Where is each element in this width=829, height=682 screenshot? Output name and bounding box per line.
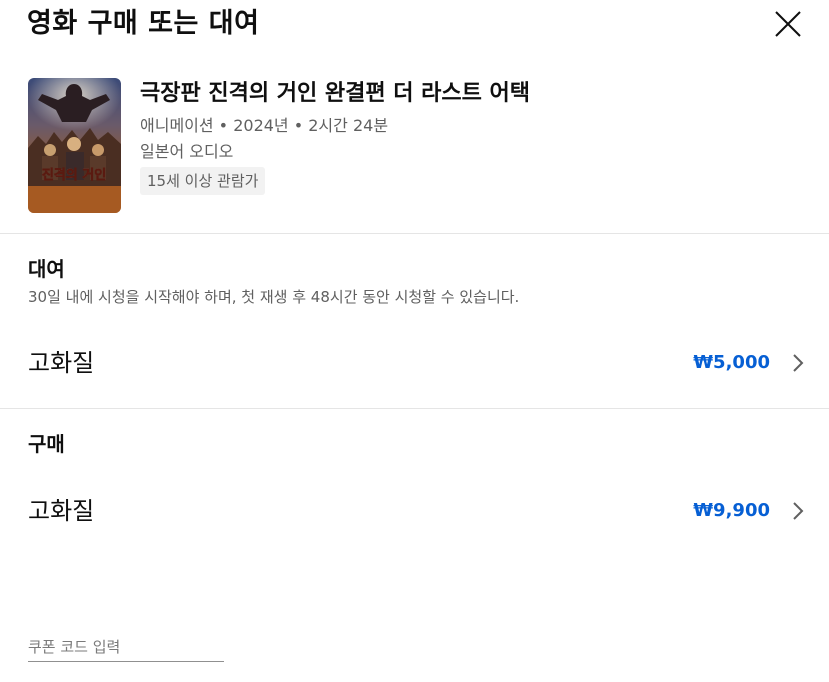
divider [0, 408, 829, 409]
poster-title-text: 진격의 거인 [42, 167, 106, 183]
movie-meta: 애니메이션 • 2024년 • 2시간 24분 [140, 116, 389, 135]
coupon-field [28, 636, 224, 662]
movie-poster: 진격의 거인 [28, 78, 121, 213]
rent-price: ₩5,000 [693, 352, 770, 373]
close-icon [775, 11, 801, 37]
rental-heading: 대여 [28, 257, 65, 281]
movie-info: 극장판 진격의 거인 완결편 더 라스트 어택 애니메이션 • 2024년 • … [140, 78, 530, 195]
coupon-code-input[interactable] [28, 636, 224, 662]
purchase-heading: 구매 [28, 432, 65, 456]
rent-hd-option[interactable]: 고화질 ₩5,000 [0, 335, 829, 391]
rental-description: 30일 내에 시청을 시작해야 하며, 첫 재생 후 48시간 동안 시청할 수… [28, 288, 520, 306]
rent-quality-label: 고화질 [28, 349, 95, 377]
movie-title: 극장판 진격의 거인 완결편 더 라스트 어택 [140, 81, 531, 106]
dialog-title: 영화 구매 또는 대여 [27, 8, 260, 39]
divider [0, 233, 829, 234]
chevron-right-icon [793, 502, 804, 520]
chevron-right-icon [793, 354, 804, 372]
age-rating-badge: 15세 이상 관람가 [140, 167, 266, 195]
movie-audio-language: 일본어 오디오 [140, 142, 234, 161]
movie-summary: 진격의 거인 극장판 진격의 거인 완결편 더 라스트 어택 애니메이션 • 2… [28, 78, 808, 214]
buy-price: ₩9,900 [693, 500, 770, 521]
poster-image: 진격의 거인 [28, 78, 121, 213]
buy-quality-label: 고화질 [28, 497, 95, 525]
close-button[interactable] [770, 6, 806, 42]
purchase-rent-dialog: 영화 구매 또는 대여 진격의 거인 극장판 진격의 거인 완결편 더 라스트 … [0, 0, 829, 682]
buy-hd-option[interactable]: 고화질 ₩9,900 [0, 483, 829, 539]
